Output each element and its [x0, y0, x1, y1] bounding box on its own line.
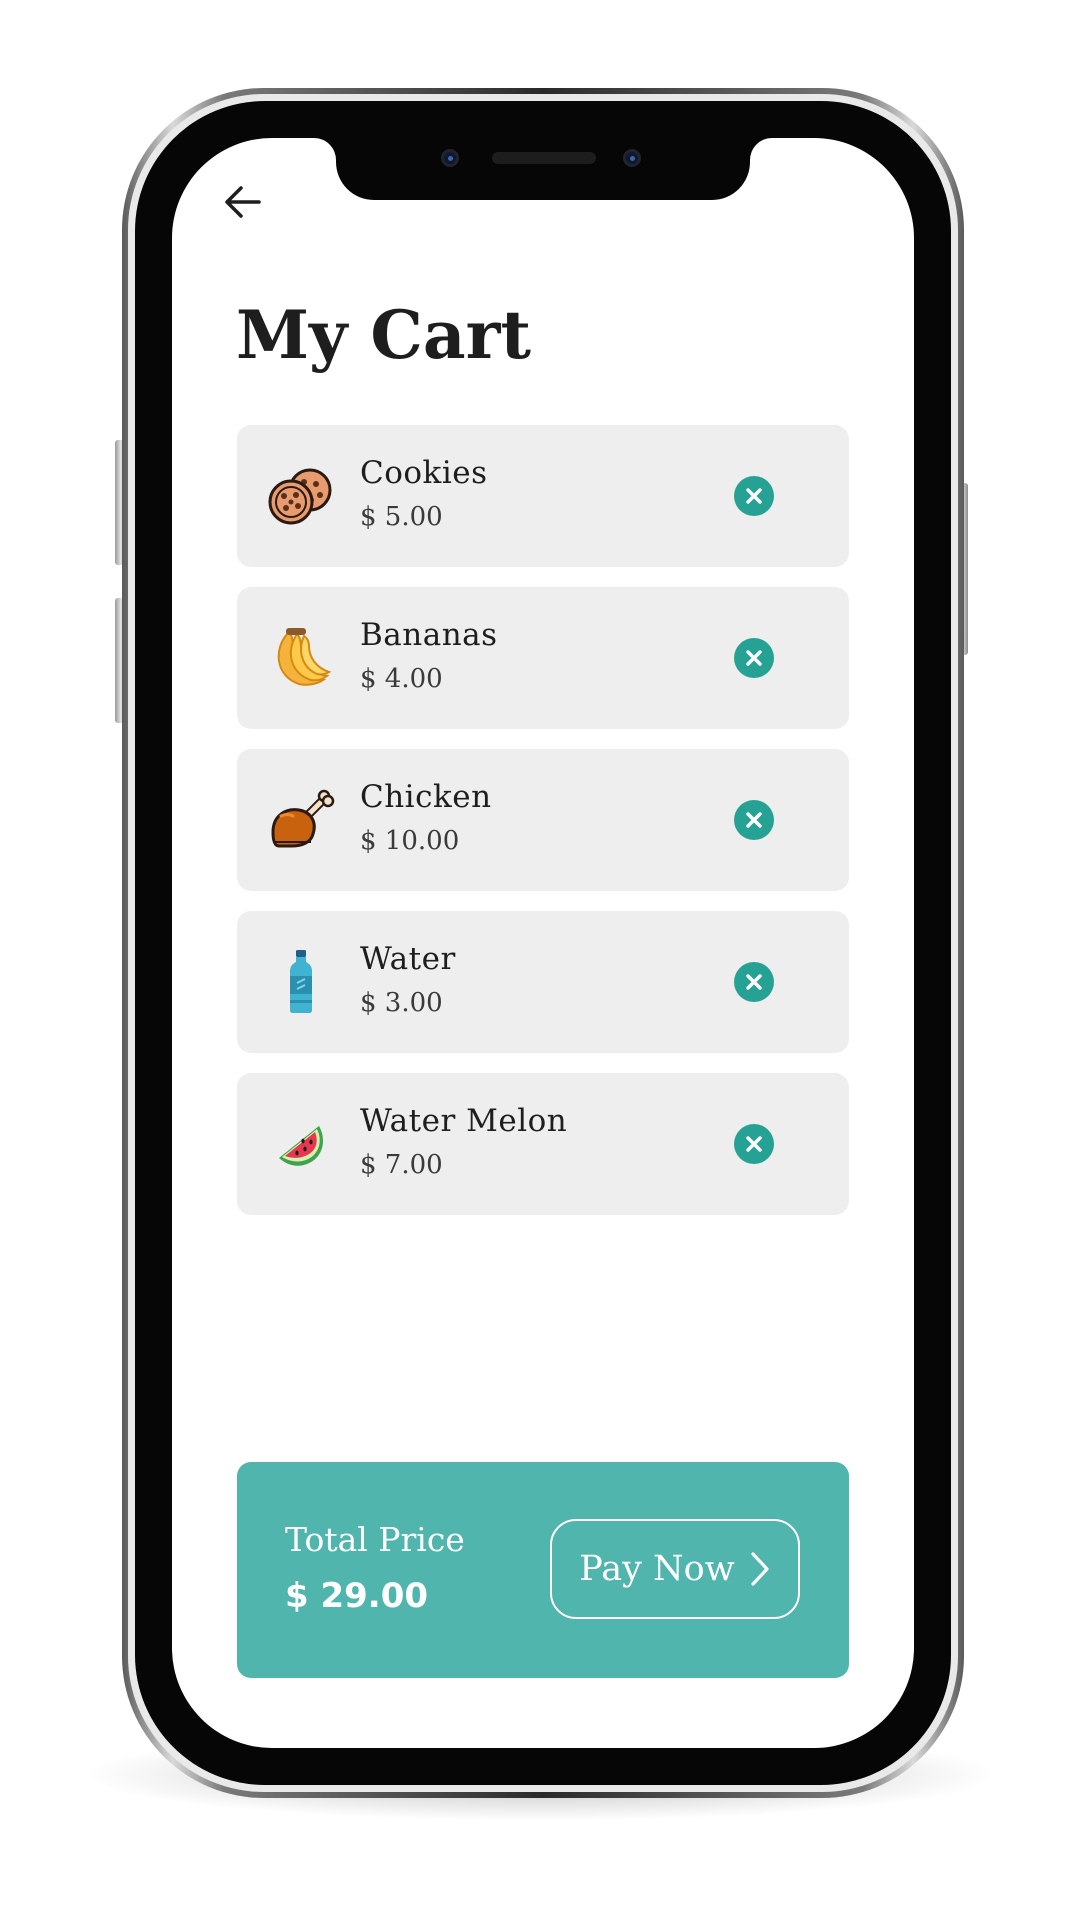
close-circle-icon	[746, 812, 762, 828]
front-camera	[441, 149, 459, 167]
remove-item-button[interactable]	[734, 476, 774, 516]
pay-now-label: Pay Now	[579, 1549, 735, 1589]
front-sensor	[623, 149, 641, 167]
item-price: $ 7.00	[360, 1150, 443, 1180]
phone-notch	[336, 138, 750, 200]
remove-item-button[interactable]	[734, 962, 774, 1002]
item-name: Water	[360, 941, 456, 977]
item-price: $ 5.00	[360, 502, 443, 532]
total-price-value: $ 29.00	[285, 1576, 429, 1616]
chevron-right-icon	[751, 1552, 769, 1586]
cart-item-water: Water $ 3.00	[237, 911, 849, 1053]
remove-item-button[interactable]	[734, 800, 774, 840]
arrow-left-icon	[225, 186, 261, 218]
cart-list: Cookies $ 5.00 Bananas $ 4.00 Chicken $ …	[237, 425, 849, 1235]
total-price-label: Total Price	[285, 1520, 465, 1559]
earpiece-speaker	[492, 152, 596, 164]
close-circle-icon	[746, 974, 762, 990]
checkout-panel: Total Price $ 29.00 Pay Now	[237, 1462, 849, 1678]
cart-item-water-melon: Water Melon $ 7.00	[237, 1073, 849, 1215]
close-circle-icon	[746, 488, 762, 504]
cart-item-cookies: Cookies $ 5.00	[237, 425, 849, 567]
pay-now-button[interactable]: Pay Now	[550, 1519, 800, 1619]
page-title: My Cart	[236, 296, 531, 374]
cart-item-bananas: Bananas $ 4.00	[237, 587, 849, 729]
item-name: Cookies	[360, 455, 488, 491]
watermelon-icon	[279, 1126, 323, 1166]
item-name: Chicken	[360, 779, 492, 815]
item-price: $ 4.00	[360, 664, 443, 694]
bananas-icon	[277, 628, 332, 686]
cart-item-chicken: Chicken $ 10.00	[237, 749, 849, 891]
cookies-icon	[268, 468, 332, 525]
item-price: $ 10.00	[360, 826, 460, 856]
chicken-icon	[271, 789, 335, 848]
back-button[interactable]	[220, 182, 266, 222]
item-name: Water Melon	[360, 1103, 568, 1139]
item-price: $ 3.00	[360, 988, 443, 1018]
water-bottle-icon	[290, 950, 312, 1013]
remove-item-button[interactable]	[734, 638, 774, 678]
remove-item-button[interactable]	[734, 1124, 774, 1164]
close-circle-icon	[746, 650, 762, 666]
item-name: Bananas	[360, 617, 498, 653]
close-circle-icon	[746, 1136, 762, 1152]
